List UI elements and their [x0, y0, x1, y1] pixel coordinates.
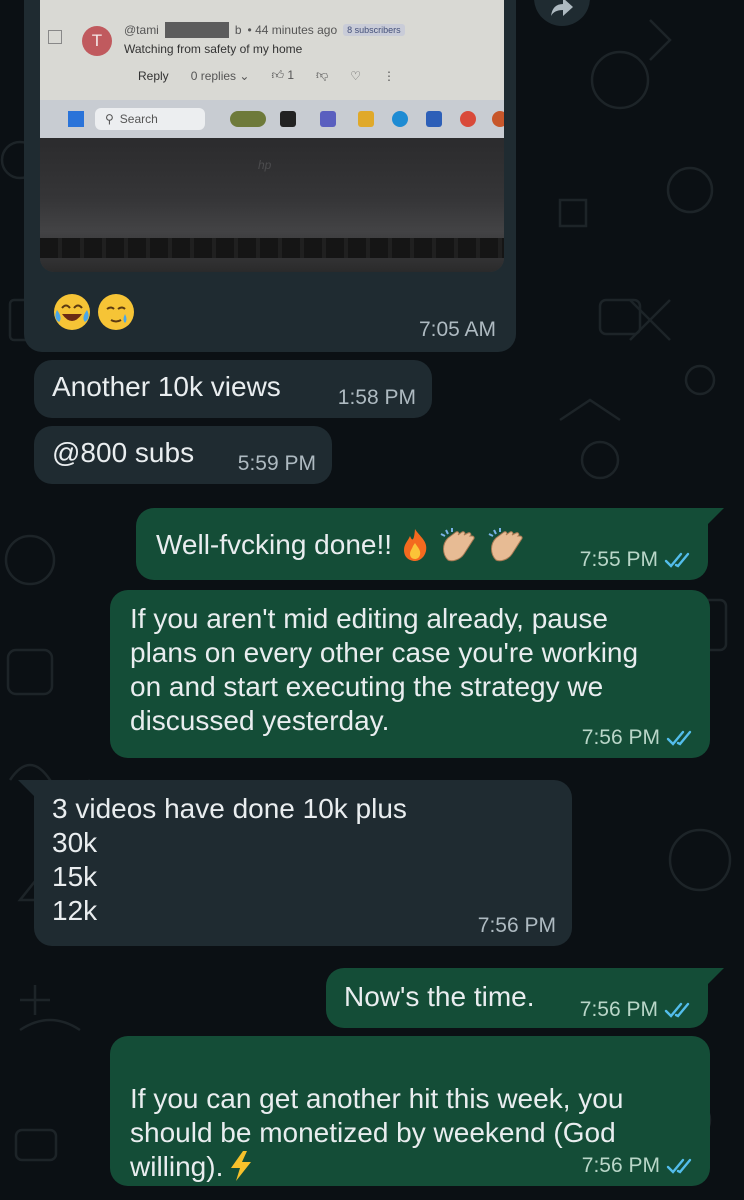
- message-text: Another 10k views: [52, 371, 281, 402]
- teams-icon: [320, 111, 336, 127]
- forward-icon: [551, 0, 573, 16]
- smiling-face-with-tear-icon: [98, 294, 134, 330]
- message-bubble-outgoing[interactable]: Well-fvcking done!! 7:55 PM: [136, 508, 724, 580]
- replies-label: 0 replies ⌄: [191, 69, 250, 83]
- clapping-hands-icon: [488, 528, 523, 562]
- bubble-tail: [706, 508, 724, 526]
- read-receipt-icon: [666, 729, 694, 747]
- face-with-tears-of-joy-icon: [54, 294, 90, 330]
- message-timestamp: 7:55 PM: [580, 548, 692, 572]
- timestamp-text: 7:56 PM: [581, 726, 660, 749]
- message-text-body: Well-fvcking done!!: [156, 529, 393, 560]
- comment-actions: Reply 0 replies ⌄ 👍︎ 1 👎︎ ♡ ⋮: [138, 68, 395, 83]
- message-text: Well-fvcking done!!: [156, 526, 528, 564]
- widgets-icon: [230, 111, 266, 127]
- replies-count: 0 replies: [190, 68, 237, 83]
- message-timestamp: 7:56 PM: [478, 914, 556, 938]
- windows-start-icon: [68, 111, 84, 127]
- browser-icon: [492, 111, 504, 127]
- message-bubble-incoming[interactable]: @800 subs 5:59 PM: [34, 426, 332, 484]
- message-text: 3 videos have done 10k plus 30k 15k 12k: [52, 793, 407, 926]
- message-timestamp: 7:56 PM: [580, 998, 692, 1022]
- read-receipt-icon: [666, 1157, 694, 1175]
- timestamp-text: 5:59 PM: [237, 452, 316, 475]
- reply-label: Reply: [138, 68, 169, 83]
- heart-icon: ♡: [350, 68, 361, 83]
- message-bubble-outgoing[interactable]: If you can get another hit this week, yo…: [110, 1036, 710, 1186]
- search-icon: ⚲: [105, 112, 114, 126]
- comment-header: @tami b • 44 minutes ago 8 subscribers: [124, 22, 405, 38]
- fire-icon: [404, 529, 427, 561]
- timestamp-text: 7:56 PM: [477, 914, 556, 937]
- timestamp-text: 7:55 PM: [579, 548, 658, 571]
- windows-taskbar: ⚲ Search: [40, 100, 504, 138]
- message-bubble-outgoing[interactable]: If you aren't mid editing already, pause…: [110, 590, 710, 758]
- message-text-body: If you can get another hit this week, yo…: [130, 1083, 624, 1182]
- message-bubble-incoming[interactable]: 3 videos have done 10k plus 30k 15k 12k …: [18, 780, 572, 946]
- bubble-tail: [18, 780, 36, 798]
- taskbar-search: ⚲ Search: [95, 108, 205, 130]
- message-text: If you aren't mid editing already, pause…: [130, 603, 639, 736]
- comment-time: • 44 minutes ago: [247, 23, 338, 37]
- chrome-icon: [460, 111, 476, 127]
- comment-text: Watching from safety of my home: [124, 42, 303, 56]
- message-text: Now's the time.: [344, 981, 535, 1012]
- checkbox-icon: [48, 30, 62, 44]
- avatar-letter: T: [91, 31, 103, 50]
- read-receipt-icon: [664, 551, 692, 569]
- edge-icon: [392, 111, 408, 127]
- timestamp-text: 7:56 PM: [579, 998, 658, 1021]
- chevron-down-icon: ⌄: [239, 68, 250, 83]
- bubble-tail: [706, 968, 724, 986]
- timestamp-text: 1:58 PM: [337, 386, 416, 409]
- message-text: If you can get another hit this week, yo…: [130, 1048, 623, 1184]
- youtube-comment-screenshot: T @tami b • 44 minutes ago 8 subscribers…: [40, 0, 504, 100]
- message-bubble-outgoing[interactable]: Now's the time. 7:56 PM: [326, 968, 724, 1028]
- hp-logo: hp: [258, 158, 272, 172]
- message-timestamp: 5:59 PM: [238, 452, 316, 476]
- subscriber-badge: 8 subscribers: [343, 24, 405, 36]
- photo-message-bubble[interactable]: T @tami b • 44 minutes ago 8 subscribers…: [24, 0, 516, 352]
- commenter-avatar: T: [82, 26, 112, 56]
- timestamp-text: 7:05 AM: [418, 318, 496, 341]
- message-bubble-incoming[interactable]: Another 10k views 1:58 PM: [34, 360, 432, 418]
- message-timestamp: 1:58 PM: [338, 386, 416, 410]
- message-timestamp: 7:56 PM: [582, 1154, 694, 1178]
- file-explorer-icon: [358, 111, 374, 127]
- message-timestamp: 7:05 AM: [419, 318, 496, 342]
- dislike-icon: 👎︎: [316, 68, 329, 82]
- task-view-icon: [280, 111, 296, 127]
- store-icon: [426, 111, 442, 127]
- more-icon: ⋮: [382, 68, 395, 83]
- photo-attachment[interactable]: T @tami b • 44 minutes ago 8 subscribers…: [40, 0, 504, 272]
- like-icon: 👍︎ 1: [271, 68, 295, 82]
- commenter-handle-suffix: b: [234, 23, 242, 37]
- read-receipt-icon: [664, 1001, 692, 1019]
- message-text: @800 subs: [52, 437, 195, 468]
- laptop-body: hp: [40, 138, 504, 272]
- keyboard-edge: [40, 238, 504, 258]
- taskbar-search-label: Search: [119, 112, 158, 126]
- commenter-handle: @tami: [124, 23, 159, 37]
- message-timestamp: 7:56 PM: [582, 726, 694, 750]
- like-count: 1: [287, 68, 295, 82]
- timestamp-text: 7:56 PM: [581, 1154, 660, 1177]
- clapping-hands-icon: [440, 528, 475, 562]
- high-voltage-icon: [231, 1151, 252, 1181]
- emoji-row: [52, 292, 136, 332]
- redaction-box: [164, 22, 229, 38]
